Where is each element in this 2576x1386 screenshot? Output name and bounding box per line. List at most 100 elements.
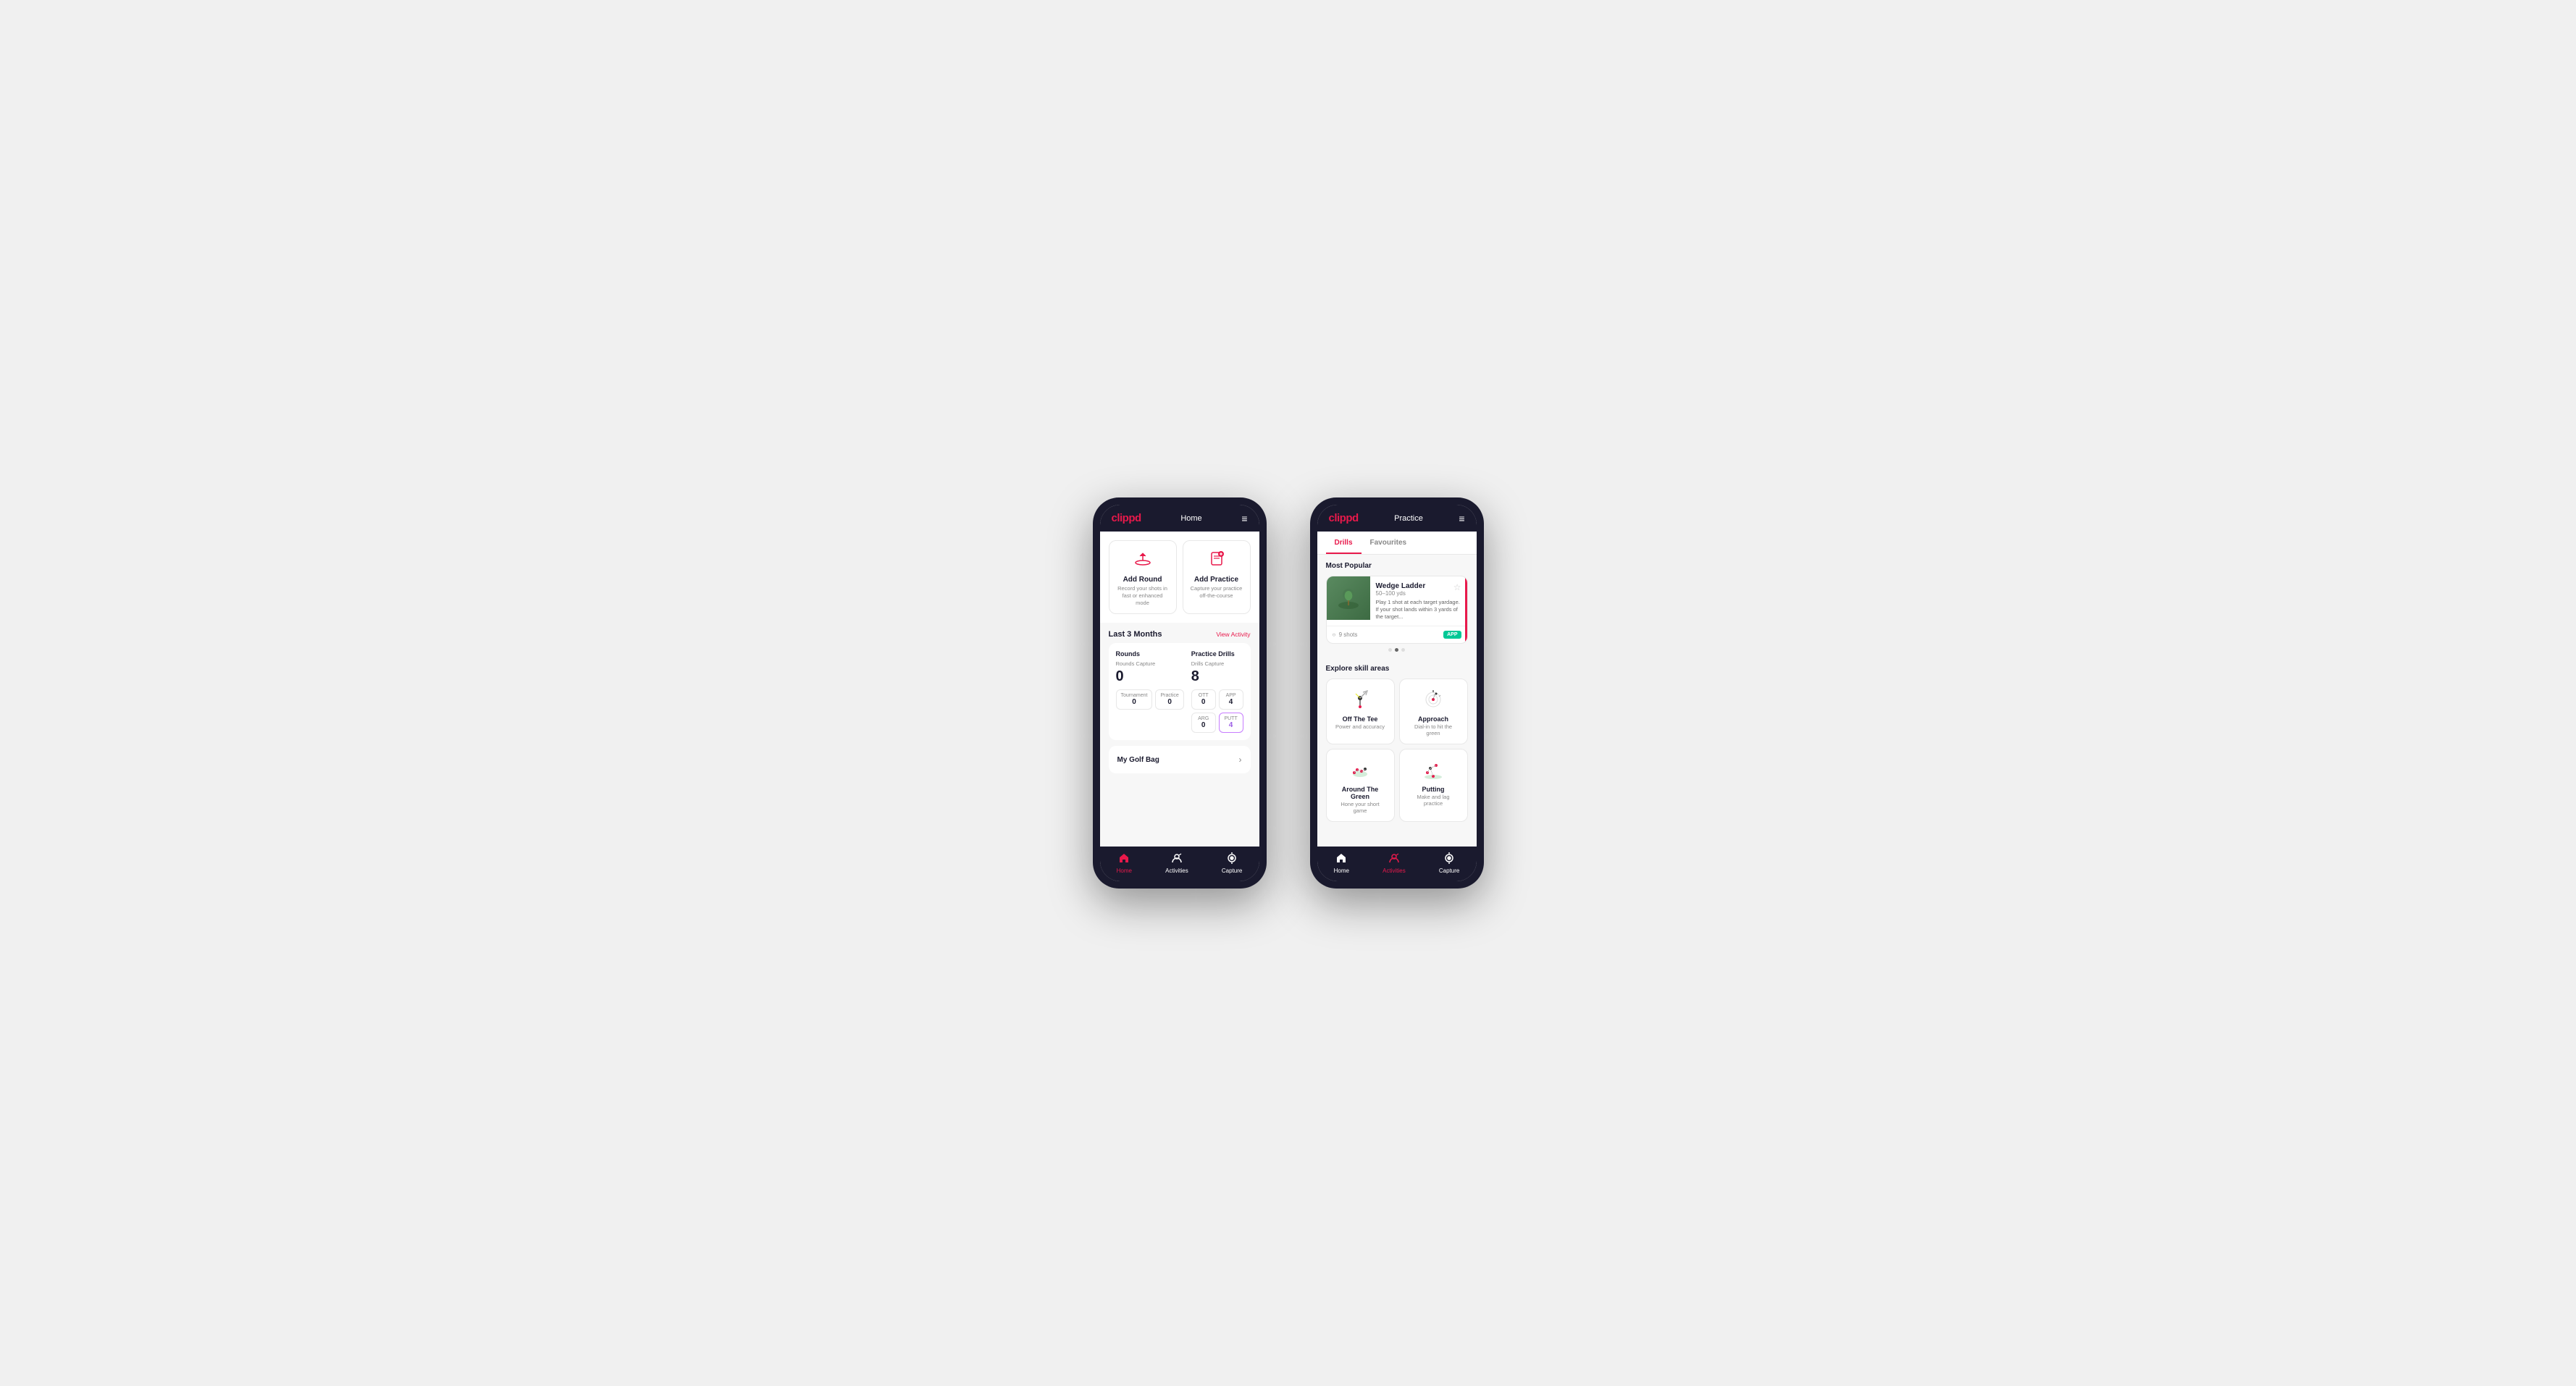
skill-putt-desc: Make and lag practice [1407,794,1460,807]
app-badge: APP [1443,631,1461,639]
drill-yardage: 50–100 yds [1376,590,1461,597]
capture-nav-icon [1226,852,1238,866]
dot-3 [1401,648,1405,652]
nav-capture-p[interactable]: Capture [1439,852,1459,874]
tournament-label: Tournament [1121,693,1148,698]
activities-nav-label-p: Activities [1383,868,1406,874]
arg-label: ARG [1196,716,1211,721]
activity-section-header: Last 3 Months View Activity [1100,623,1259,643]
rounds-capture-value: 0 [1116,668,1184,685]
putt-value: 4 [1224,721,1238,729]
add-round-desc: Record your shots in fast or enhanced mo… [1115,585,1170,606]
practice-label: Practice [1160,693,1178,698]
drill-card-inner: Wedge Ladder 50–100 yds Play 1 shot at e… [1327,576,1467,626]
drills-row-2: ARG 0 PUTT 4 [1191,713,1243,733]
chevron-right-icon: › [1239,755,1242,765]
tournament-box: Tournament 0 [1116,689,1153,710]
tabs-bar: Drills Favourites [1317,532,1477,555]
home-nav-icon-p [1335,852,1347,866]
activities-nav-label: Activities [1165,868,1188,874]
drill-shots-count: 9 shots [1339,631,1358,638]
nav-activities-p[interactable]: Activities [1383,852,1406,874]
header-practice: clippd Practice ≡ [1317,505,1477,532]
logo-practice: clippd [1329,512,1359,524]
tab-favourites[interactable]: Favourites [1362,532,1416,554]
add-round-title: Add Round [1123,576,1162,584]
skill-app-name: Approach [1418,715,1448,723]
practice-value: 0 [1160,698,1178,706]
golf-bag-row[interactable]: My Golf Bag › [1109,746,1251,773]
approach-icon [1420,686,1446,713]
dot-2 [1395,648,1398,652]
view-activity-link[interactable]: View Activity [1216,631,1250,638]
popular-title: Most Popular [1326,562,1468,570]
skill-section: Explore skill areas [1317,660,1477,829]
add-practice-desc: Capture your practice off-the-course [1189,585,1244,600]
header-home: clippd Home ≡ [1100,505,1259,532]
rounds-capture-label: Rounds Capture [1116,660,1184,667]
app-box: APP 4 [1219,689,1243,710]
putt-box: PUTT 4 [1219,713,1243,733]
skill-section-title: Explore skill areas [1326,665,1468,673]
skill-app-desc: Dial-in to hit the green [1407,723,1460,736]
drill-shots: ○ 9 shots [1333,631,1358,638]
shots-icon: ○ [1333,631,1336,638]
carousel-dots [1326,644,1468,656]
dot-1 [1388,648,1392,652]
home-content: Add Round Record your shots in fast or e… [1100,532,1259,847]
phone-home: clippd Home ≡ Add Round Record your [1093,497,1267,889]
menu-practice-icon[interactable]: ≡ [1459,513,1464,524]
skill-grid: Off The Tee Power and accuracy [1326,679,1468,822]
drills-capture-label: Drills Capture [1191,660,1243,667]
drill-image [1327,576,1370,620]
rounds-title: Rounds [1116,650,1184,658]
drills-title: Practice Drills [1191,650,1243,658]
home-nav-icon [1118,852,1130,866]
arg-value: 0 [1196,721,1211,729]
drill-desc: Play 1 shot at each target yardage. If y… [1376,599,1461,620]
around-green-icon [1347,757,1373,783]
phone-practice: clippd Practice ≡ Drills Favourites Most… [1310,497,1484,889]
skill-putting[interactable]: Putting Make and lag practice [1399,749,1468,822]
stats-card: Rounds Rounds Capture 0 Tournament 0 Pra… [1109,643,1251,740]
menu-icon[interactable]: ≡ [1241,513,1247,524]
tab-drills[interactable]: Drills [1326,532,1362,554]
home-nav-label-p: Home [1334,868,1349,874]
putt-label: PUTT [1224,716,1238,721]
add-practice-card[interactable]: Add Practice Capture your practice off-t… [1183,540,1251,614]
ott-value: 0 [1196,698,1211,706]
add-round-card[interactable]: Add Round Record your shots in fast or e… [1109,540,1177,614]
nav-capture[interactable]: Capture [1222,852,1242,874]
nav-home-p[interactable]: Home [1334,852,1349,874]
skill-approach[interactable]: Approach Dial-in to hit the green [1399,679,1468,744]
rounds-col: Rounds Rounds Capture 0 Tournament 0 Pra… [1116,650,1184,733]
off-the-tee-icon [1347,686,1373,713]
putting-icon [1420,757,1446,783]
popular-section: Most Popular Wedge Ladder [1317,555,1477,660]
quick-actions: Add Round Record your shots in fast or e… [1100,532,1259,623]
bottom-nav-practice: Home Activities [1317,847,1477,881]
drills-row-1: OTT 0 APP 4 [1191,689,1243,710]
capture-nav-label: Capture [1222,868,1242,874]
practice-box: Practice 0 [1155,689,1183,710]
bottom-nav-home: Home Activities [1100,847,1259,881]
app-label: APP [1224,693,1238,698]
favourite-star-icon[interactable]: ☆ [1453,582,1461,592]
nav-activities[interactable]: Activities [1165,852,1188,874]
drill-card[interactable]: Wedge Ladder 50–100 yds Play 1 shot at e… [1326,576,1468,644]
skill-putt-name: Putting [1422,786,1445,793]
skill-around-green[interactable]: Around The Green Hone your short game [1326,749,1395,822]
ott-box: OTT 0 [1191,689,1216,710]
capture-nav-label-p: Capture [1439,868,1459,874]
golf-bag-label: My Golf Bag [1117,756,1159,764]
drill-name: Wedge Ladder [1376,582,1461,590]
skill-off-the-tee[interactable]: Off The Tee Power and accuracy [1326,679,1395,744]
header-practice-title: Practice [1394,514,1423,523]
add-practice-title: Add Practice [1194,576,1238,584]
nav-home[interactable]: Home [1117,852,1132,874]
logo: clippd [1112,512,1141,524]
header-title: Home [1180,514,1201,523]
add-practice-icon [1207,548,1227,573]
app-value: 4 [1224,698,1238,706]
home-nav-label: Home [1117,868,1132,874]
